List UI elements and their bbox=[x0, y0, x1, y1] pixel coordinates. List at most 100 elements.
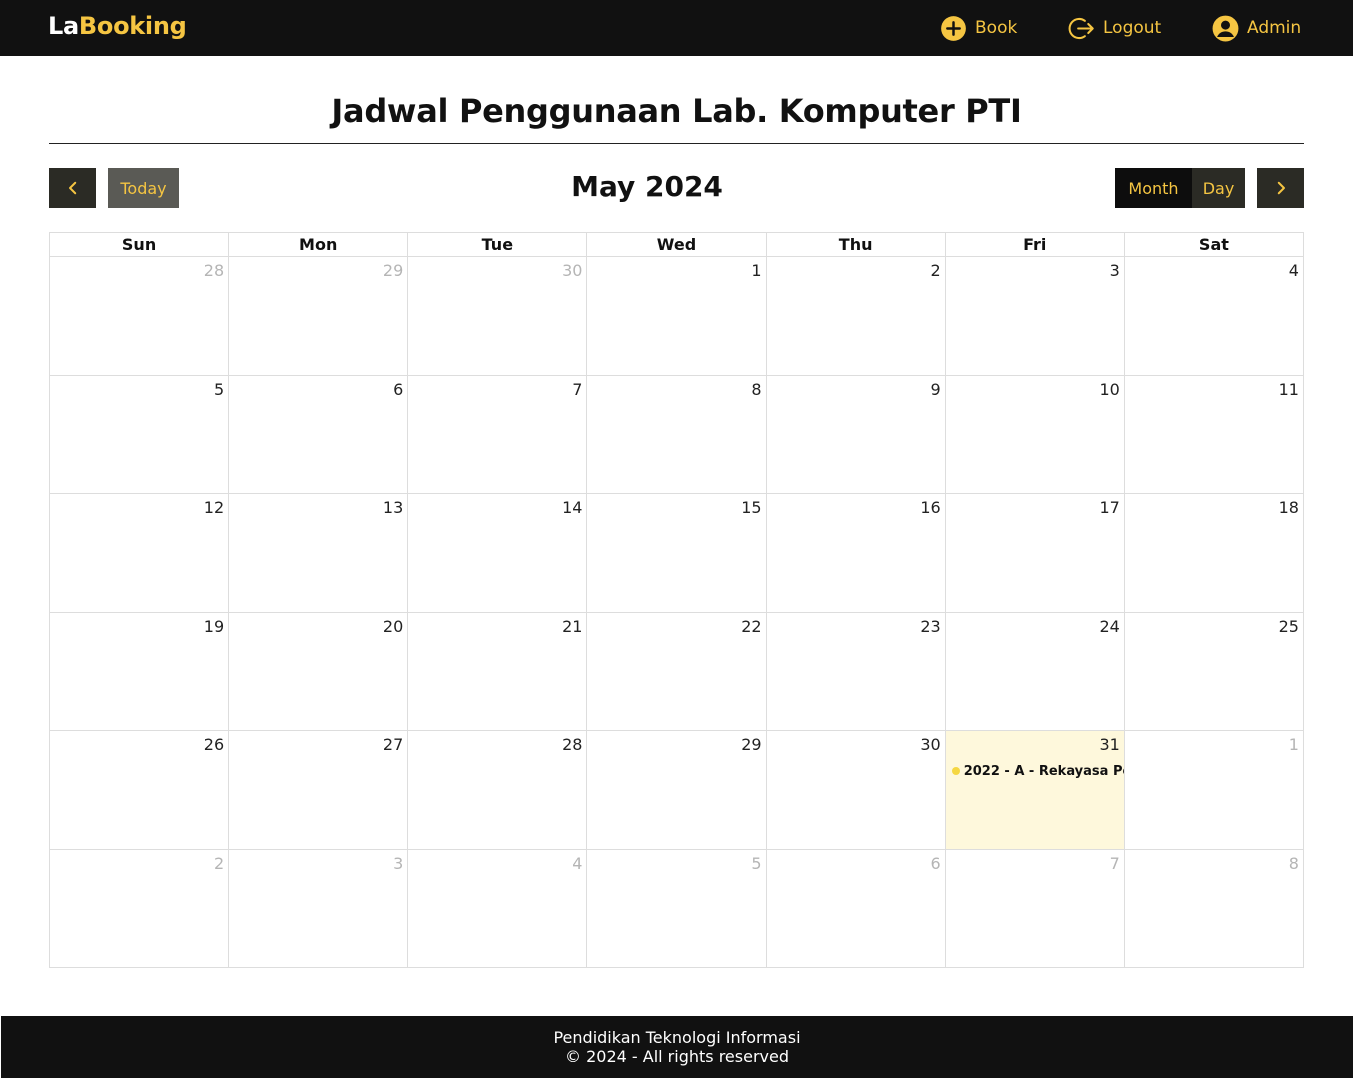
weekday-label: Sun bbox=[50, 233, 230, 257]
day-cell[interactable]: 23 bbox=[766, 612, 946, 731]
day-cell[interactable]: 10 bbox=[945, 375, 1125, 494]
day-cell[interactable]: 7 bbox=[945, 849, 1125, 968]
nav-logout-label: Logout bbox=[1103, 18, 1162, 38]
day-cell[interactable]: 21 bbox=[408, 612, 588, 731]
day-number: 23 bbox=[920, 616, 941, 636]
day-cell[interactable]: 27 bbox=[229, 731, 409, 850]
day-cell[interactable]: 25 bbox=[1124, 612, 1304, 731]
day-number: 12 bbox=[203, 498, 225, 517]
day-view-button[interactable]: Day bbox=[1192, 168, 1245, 208]
weekday-label: Thu bbox=[766, 233, 946, 257]
day-cell[interactable]: 11 bbox=[1124, 375, 1304, 494]
day-cell[interactable]: 28 bbox=[408, 731, 588, 850]
month-view-button[interactable]: Month bbox=[1115, 168, 1192, 208]
prev-month-button[interactable] bbox=[49, 168, 96, 208]
title-divider bbox=[49, 143, 1304, 144]
day-cell[interactable]: 5 bbox=[587, 849, 767, 968]
day-cell[interactable]: 12 bbox=[50, 494, 230, 613]
weekday-label: Mon bbox=[229, 233, 409, 257]
day-number: 29 bbox=[382, 261, 404, 280]
day-number: 2 bbox=[213, 853, 225, 873]
day-number: 3 bbox=[1109, 261, 1120, 280]
day-cell[interactable]: 9 bbox=[766, 375, 946, 494]
day-number: 5 bbox=[751, 853, 762, 873]
day-cell[interactable]: 2 bbox=[50, 849, 230, 968]
day-cell[interactable]: 20 bbox=[229, 612, 409, 731]
user-icon bbox=[1212, 15, 1239, 41]
page-title: Jadwal Penggunaan Lab. Komputer PTI bbox=[331, 92, 1022, 130]
day-number: 31 bbox=[1099, 735, 1120, 754]
chevron-right-icon bbox=[1277, 181, 1285, 195]
day-cell[interactable]: 19 bbox=[50, 612, 230, 731]
day-cell[interactable]: 7 bbox=[408, 375, 588, 494]
day-cell[interactable]: 13 bbox=[229, 494, 409, 613]
day-cell[interactable]: 26 bbox=[50, 731, 230, 850]
day-number: 7 bbox=[572, 379, 583, 399]
day-cell[interactable]: 8 bbox=[1124, 849, 1304, 968]
day-number: 27 bbox=[382, 735, 404, 754]
day-cell[interactable]: 29 bbox=[229, 257, 409, 376]
day-cell[interactable]: 30 bbox=[408, 257, 588, 376]
day-number: 5 bbox=[213, 379, 225, 399]
day-number: 13 bbox=[382, 498, 404, 517]
day-cell[interactable]: 29 bbox=[587, 731, 767, 850]
calendar-title: May 2024 bbox=[571, 170, 723, 203]
day-cell[interactable]: 6 bbox=[766, 849, 946, 968]
nav-admin-link[interactable]: Admin bbox=[1212, 14, 1301, 42]
day-cell[interactable]: 30 bbox=[766, 731, 946, 850]
day-cell[interactable]: 17 bbox=[945, 494, 1125, 613]
chevron-left-icon bbox=[68, 181, 76, 195]
day-number: 28 bbox=[203, 261, 225, 280]
day-number: 7 bbox=[1109, 853, 1120, 873]
day-cell[interactable]: 18 bbox=[1124, 494, 1304, 613]
day-number: 1 bbox=[751, 261, 762, 280]
day-cell[interactable]: 24 bbox=[945, 612, 1125, 731]
day-number: 30 bbox=[920, 735, 941, 754]
day-number: 8 bbox=[751, 379, 762, 399]
day-cell[interactable]: 3 bbox=[229, 849, 409, 968]
day-cell[interactable]: 2 bbox=[766, 257, 946, 376]
brand-logo[interactable]: LaBooking bbox=[48, 12, 187, 40]
day-number: 4 bbox=[572, 853, 583, 873]
day-number: 6 bbox=[393, 379, 404, 399]
day-number: 18 bbox=[1278, 498, 1299, 517]
nav-book-label: Book bbox=[975, 18, 1018, 38]
day-cell[interactable]: 28 bbox=[50, 257, 230, 376]
next-month-button[interactable] bbox=[1257, 168, 1304, 208]
day-number: 28 bbox=[562, 735, 583, 754]
day-number: 29 bbox=[741, 735, 762, 754]
day-number: 21 bbox=[562, 616, 583, 636]
month-calendar: Sun Mon Tue Wed Thu Fri Sat 28 29 30 1 2… bbox=[49, 232, 1304, 968]
day-number: 30 bbox=[562, 261, 583, 280]
day-number: 19 bbox=[203, 616, 225, 636]
day-cell[interactable]: 8 bbox=[587, 375, 767, 494]
day-cell[interactable]: 1 bbox=[587, 257, 767, 376]
day-cell[interactable]: 6 bbox=[229, 375, 409, 494]
nav-book-link[interactable]: Book bbox=[940, 14, 1017, 42]
logout-icon bbox=[1068, 17, 1094, 39]
day-number: 3 bbox=[393, 853, 404, 873]
navbar: LaBooking Book Logout Admin bbox=[0, 0, 1353, 56]
day-cell[interactable]: 22 bbox=[587, 612, 767, 731]
calendar-event[interactable]: 2022 - A - Rekayasa Pe bbox=[951, 761, 1124, 781]
calendar-week: 12 13 14 15 16 17 18 bbox=[50, 494, 1304, 613]
day-cell[interactable]: 4 bbox=[1124, 257, 1304, 376]
day-number: 25 bbox=[1278, 616, 1299, 636]
day-number: 2 bbox=[930, 261, 941, 280]
today-button[interactable]: Today bbox=[108, 168, 179, 208]
nav-logout-link[interactable]: Logout bbox=[1068, 14, 1161, 42]
calendar-week: 2 3 4 5 6 7 8 bbox=[50, 849, 1304, 968]
day-cell[interactable]: 5 bbox=[50, 375, 230, 494]
footer: Pendidikan Teknologi Informasi © 2024 - … bbox=[1, 1016, 1353, 1078]
day-cell[interactable]: 4 bbox=[408, 849, 588, 968]
event-dot-icon bbox=[951, 767, 960, 775]
day-number: 11 bbox=[1278, 379, 1299, 399]
day-number: 1 bbox=[1288, 735, 1299, 754]
day-cell[interactable]: 1 bbox=[1124, 731, 1304, 850]
day-cell-today[interactable]: 31 2022 - A - Rekayasa Pe bbox=[945, 731, 1125, 850]
day-cell[interactable]: 14 bbox=[408, 494, 588, 613]
day-number: 14 bbox=[562, 498, 583, 517]
day-cell[interactable]: 15 bbox=[587, 494, 767, 613]
day-cell[interactable]: 16 bbox=[766, 494, 946, 613]
day-cell[interactable]: 3 bbox=[945, 257, 1125, 376]
